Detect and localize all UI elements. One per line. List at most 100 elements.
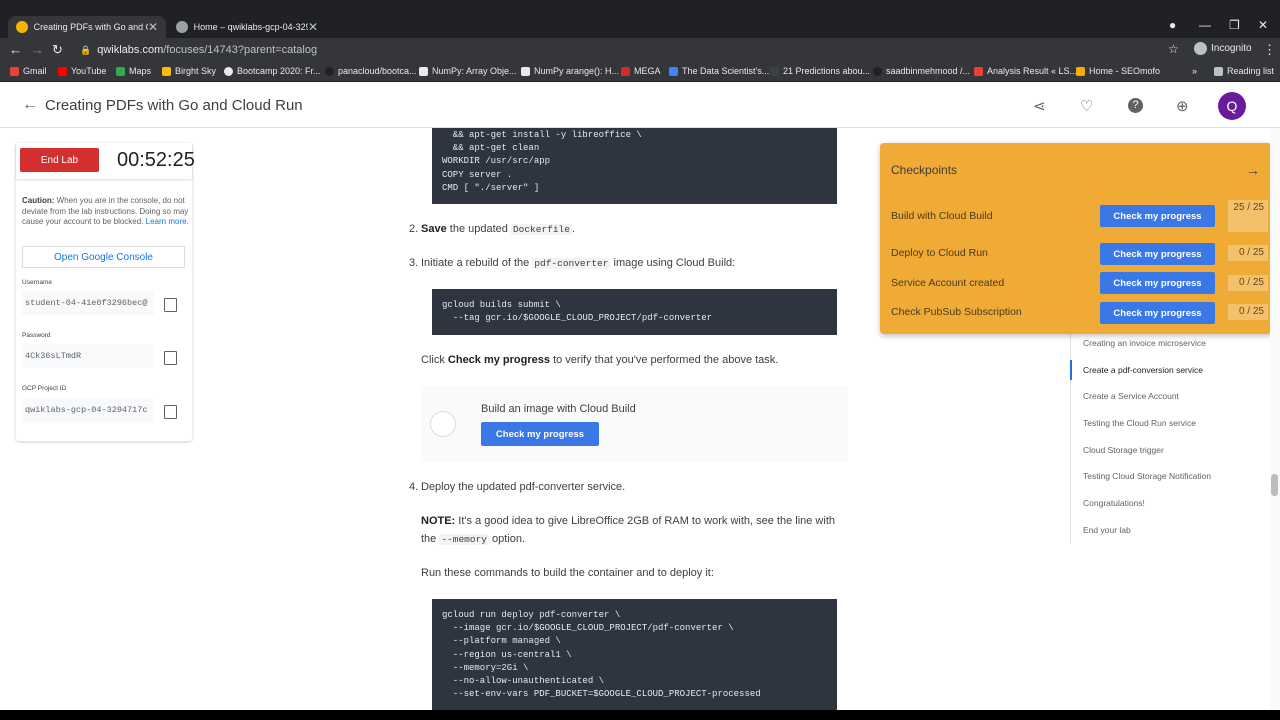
bookmark-saadbinmehmood[interactable]: saadbinmehmood /...: [873, 66, 970, 76]
bookmark-label: saadbinmehmood /...: [886, 66, 971, 76]
page-title: Creating PDFs with Go and Cloud Run: [45, 97, 303, 114]
mega-icon: [621, 66, 630, 76]
back-arrow-icon[interactable]: ←: [22, 96, 38, 114]
maps-icon: [116, 66, 125, 76]
click-post: to verify that you've performed the abov…: [553, 354, 779, 366]
bookmark-youtube[interactable]: YouTube: [58, 66, 106, 76]
avatar[interactable]: Q: [1218, 92, 1246, 120]
run-commands-text: Run these commands to build the containe…: [421, 567, 714, 579]
note-line-2-pre: the: [421, 533, 437, 545]
copy-username-icon[interactable]: [164, 298, 177, 312]
checkpoint-label: Build with Cloud Build: [891, 210, 993, 222]
bookmark-maps[interactable]: Maps: [116, 66, 151, 76]
bookmark-gmail[interactable]: Gmail: [10, 66, 47, 76]
checkpoint-score: 0 / 25: [1228, 304, 1268, 320]
maximize-icon[interactable]: ❐: [1229, 18, 1240, 32]
bookmark-birght-sky[interactable]: Birght Sky: [162, 66, 216, 76]
bookmarks-overflow-icon[interactable]: »: [1192, 66, 1197, 76]
toc-item[interactable]: Cloud Storage trigger: [1083, 445, 1164, 455]
scrollbar-thumb[interactable]: [1271, 474, 1278, 496]
back-icon[interactable]: ←: [9, 42, 22, 57]
checkpoint-check-button[interactable]: Check my progress: [1100, 272, 1215, 294]
step-2-text: Save the updated Dockerfile.: [421, 223, 575, 235]
bookmark-label: Analysis Result « LS...: [987, 66, 1078, 76]
checkpoint-check-button[interactable]: Check my progress: [1100, 205, 1215, 227]
reading-list[interactable]: Reading list: [1214, 66, 1274, 76]
bookmark-analysis-result[interactable]: Analysis Result « LS...: [974, 66, 1077, 76]
bookmark-label: YouTube: [71, 66, 107, 76]
help-icon[interactable]: ?: [1128, 98, 1143, 113]
toc-item[interactable]: Create a Service Account: [1083, 391, 1179, 401]
menu-kebab-icon[interactable]: ⋮: [1263, 42, 1276, 58]
youtube-icon: [58, 66, 67, 76]
learn-more-link[interactable]: Learn more.: [146, 217, 189, 226]
bookmark-panacloud[interactable]: panacloud/bootca...: [325, 66, 417, 76]
language-globe-icon[interactable]: ⊕: [1176, 97, 1189, 115]
open-google-console-button[interactable]: Open Google Console: [22, 246, 185, 268]
bookmark-data-scientist[interactable]: The Data Scientist's...: [669, 66, 769, 76]
check-my-progress-button[interactable]: Check my progress: [481, 422, 599, 446]
password-field[interactable]: 4Ck36sLTmdR: [22, 344, 154, 368]
toc-item[interactable]: Creating an invoice microservice: [1083, 338, 1206, 348]
page-scrollbar[interactable]: [1270, 128, 1280, 710]
site-icon: [669, 66, 678, 76]
toc-item[interactable]: End your lab: [1083, 525, 1131, 535]
checkpoint-score: 0 / 25: [1228, 245, 1268, 261]
toc-item[interactable]: Testing Cloud Storage Notification: [1083, 471, 1211, 481]
profile-dot-icon[interactable]: ●: [1169, 18, 1176, 32]
tab-active[interactable]: Creating PDFs with Go and Clou ✕: [8, 16, 166, 38]
end-lab-button[interactable]: End Lab: [20, 148, 99, 172]
page-icon: [419, 66, 428, 76]
toc-item[interactable]: Congratulations!: [1083, 498, 1145, 508]
reading-list-label: Reading list: [1227, 66, 1275, 76]
save-bold: Save: [421, 223, 447, 235]
step-2-body: the updated: [449, 223, 508, 235]
code-block-dockerfile[interactable]: && apt-get install -y libreoffice \ && a…: [432, 128, 837, 204]
reload-icon[interactable]: ↻: [52, 42, 63, 58]
checkpoints-title: Checkpoints: [891, 163, 958, 177]
checkpoint-check-button[interactable]: Check my progress: [1100, 302, 1215, 324]
checkpoint-check-button[interactable]: Check my progress: [1100, 243, 1215, 265]
minimize-icon[interactable]: —: [1199, 18, 1211, 32]
bookmark-label: Bootcamp 2020: Fr...: [237, 66, 321, 76]
dockerfile-code: Dockerfile: [510, 224, 572, 235]
forward-icon[interactable]: →: [31, 42, 44, 57]
close-window-icon[interactable]: ✕: [1258, 18, 1268, 32]
bookmark-label: NumPy arange(): H...: [534, 66, 620, 76]
note-text: It's a good idea to give LibreOffice 2GB…: [458, 515, 835, 527]
code-block-deploy[interactable]: gcloud run deploy pdf-converter \ --imag…: [432, 599, 837, 710]
password-label: Password: [22, 332, 51, 339]
share-icon[interactable]: ⋖: [1033, 97, 1046, 115]
project-id-field[interactable]: qwiklabs-gcp-04-3294717c: [22, 398, 154, 422]
star-icon[interactable]: ☆: [1168, 42, 1179, 56]
github-icon: [224, 66, 233, 76]
username-field[interactable]: student-04-41e0f3296bec@: [22, 291, 154, 315]
step-3-pre: Initiate a rebuild of the: [421, 257, 530, 269]
heart-icon[interactable]: ♡: [1080, 97, 1093, 115]
close-tab-icon[interactable]: ✕: [148, 20, 158, 34]
progress-status-circle: [430, 411, 456, 437]
copy-project-id-icon[interactable]: [164, 405, 177, 419]
memory-code: --memory: [439, 534, 489, 545]
copy-password-icon[interactable]: [164, 351, 177, 365]
bookmark-label: panacloud/bootca...: [338, 66, 417, 76]
note-line-1: NOTE: It's a good idea to give LibreOffi…: [421, 515, 835, 527]
code-block-build[interactable]: gcloud builds submit \ --tag gcr.io/$GOO…: [432, 289, 837, 335]
bookmark-mega[interactable]: MEGA: [621, 66, 661, 76]
toc-active-indicator: [1070, 360, 1072, 380]
bookmark-seomofo[interactable]: Home - SEOmofo: [1076, 66, 1160, 76]
bookmark-numpy-array[interactable]: NumPy: Array Obje...: [419, 66, 517, 76]
toc-item-active[interactable]: Create a pdf-conversion service: [1083, 365, 1203, 375]
step-number: 4.: [409, 481, 419, 493]
incognito-indicator[interactable]: Incognito: [1194, 42, 1252, 55]
bookmark-numpy-arange[interactable]: NumPy arange(): H...: [521, 66, 619, 76]
close-tab-icon[interactable]: ✕: [308, 20, 318, 34]
bookmark-21-predictions[interactable]: 21 Predictions abou...: [770, 66, 870, 76]
address-bar[interactable]: 🔒 qwiklabs.com /focuses/14743?parent=cat…: [80, 41, 317, 59]
bookmark-label: Home - SEOmofo: [1089, 66, 1161, 76]
collapse-arrow-icon[interactable]: →: [1246, 162, 1260, 178]
bookmark-bootcamp[interactable]: Bootcamp 2020: Fr...: [224, 66, 321, 76]
tab-home[interactable]: Home – qwiklabs-gcp-04-329... ✕: [168, 16, 326, 38]
toc-item[interactable]: Testing the Cloud Run service: [1083, 418, 1196, 428]
click-pre: Click: [421, 354, 445, 366]
